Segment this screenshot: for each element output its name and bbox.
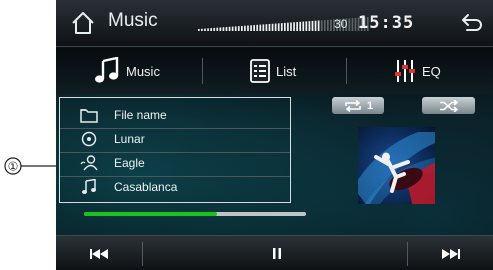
volume-tick: [274, 23, 277, 31]
track-row-file-name[interactable]: File name: [60, 103, 290, 127]
status-bar: Music 30 15:35: [56, 0, 493, 47]
clock: 15:35: [358, 13, 415, 33]
volume-tick: [198, 29, 200, 31]
playback-controls: [56, 235, 493, 270]
volume-tick: [265, 24, 268, 31]
volume-tick: [207, 28, 209, 31]
shuffle-button[interactable]: [422, 97, 475, 114]
volume-tick: [201, 28, 203, 31]
disc-icon: [80, 130, 98, 148]
control-divider: [142, 242, 143, 266]
next-icon: [441, 248, 460, 259]
track-row-artist[interactable]: Eagle: [60, 151, 290, 175]
volume-tick: [271, 23, 274, 31]
volume-tick: [296, 22, 298, 31]
volume-tick: [268, 23, 271, 31]
tab-eq-label: EQ: [422, 63, 441, 79]
volume-tick: [317, 20, 320, 31]
pause-button[interactable]: [232, 236, 322, 270]
page-title: Music: [108, 10, 158, 31]
volume-tick: [277, 23, 280, 31]
volume-tick: [299, 21, 302, 31]
next-button[interactable]: [408, 236, 493, 270]
artist-icon: [80, 154, 98, 172]
volume-tick: [253, 25, 255, 31]
volume-tick: [327, 19, 329, 31]
volume-tick: [287, 22, 289, 31]
volume-tick: [244, 25, 246, 31]
previous-icon: [90, 248, 108, 259]
repeat-count: 1: [366, 99, 374, 112]
home-icon[interactable]: [70, 10, 96, 36]
track-field-label: File name: [114, 108, 167, 122]
tab-eq[interactable]: EQ: [394, 48, 441, 94]
track-field-label: Casablanca: [114, 180, 178, 194]
volume-tick: [234, 26, 237, 31]
volume-tick: [320, 20, 323, 31]
volume-tick: [210, 28, 212, 31]
repeat-icon: [345, 99, 361, 112]
volume-tick: [222, 27, 225, 31]
volume-tick: [311, 20, 314, 31]
progress-bar[interactable]: [84, 212, 306, 216]
track-field-label: Lunar: [114, 132, 145, 146]
volume-tick: [323, 20, 326, 31]
album-art: [358, 127, 435, 204]
volume-tick: [305, 21, 308, 31]
volume-tick: [250, 25, 252, 31]
volume-tick: [348, 18, 351, 31]
volume-value: 30: [334, 17, 348, 31]
music-player-screen: Music 30 15:35 Music List EQ File name L…: [56, 0, 493, 270]
track-row-title[interactable]: Casablanca: [60, 175, 290, 199]
volume-tick: [293, 22, 295, 31]
volume-tick: [219, 27, 222, 31]
volume-tick: [354, 17, 357, 31]
track-row-album[interactable]: Lunar: [60, 127, 290, 151]
volume-tick: [256, 24, 259, 31]
back-arrow-icon[interactable]: [460, 12, 484, 32]
volume-tick: [280, 23, 283, 31]
track-info-list: File name Lunar Eagle Casablanca: [59, 97, 291, 203]
volume-tick: [302, 21, 305, 31]
tab-divider: [202, 58, 203, 84]
pause-icon: [273, 248, 281, 259]
volume-tick: [204, 28, 206, 31]
volume-tick: [351, 18, 354, 31]
volume-tick: [284, 22, 286, 31]
volume-tick: [262, 24, 265, 31]
volume-tick: [247, 25, 249, 31]
volume-tick: [213, 27, 216, 31]
volume-tick: [241, 25, 243, 31]
volume-tick: [237, 26, 240, 31]
volume-tick: [216, 27, 219, 31]
tab-music[interactable]: Music: [94, 48, 160, 94]
tab-music-label: Music: [126, 63, 160, 79]
list-icon: [250, 59, 270, 83]
volume-tick: [290, 22, 292, 31]
volume-tick: [308, 21, 311, 31]
tab-list[interactable]: List: [250, 48, 296, 94]
progress-fill: [84, 212, 218, 216]
volume-tick: [228, 26, 231, 31]
volume-tick: [330, 19, 332, 31]
equalizer-icon: [395, 60, 415, 82]
music-note-icon: [80, 178, 98, 196]
track-field-label: Eagle: [114, 156, 145, 170]
volume-tick: [225, 27, 228, 31]
previous-button[interactable]: [56, 236, 142, 270]
tab-bar: Music List EQ: [56, 48, 493, 94]
shuffle-icon: [439, 99, 458, 112]
repeat-button[interactable]: 1: [332, 97, 384, 114]
callout-label: ①: [8, 160, 19, 174]
volume-tick: [259, 24, 262, 31]
callout-annotation: ①: [4, 157, 60, 175]
folder-icon: [80, 106, 98, 124]
music-note-icon: [95, 57, 119, 83]
volume-tick: [231, 26, 234, 31]
volume-tick: [314, 20, 317, 31]
tab-divider: [346, 58, 347, 84]
tab-list-label: List: [276, 63, 297, 79]
